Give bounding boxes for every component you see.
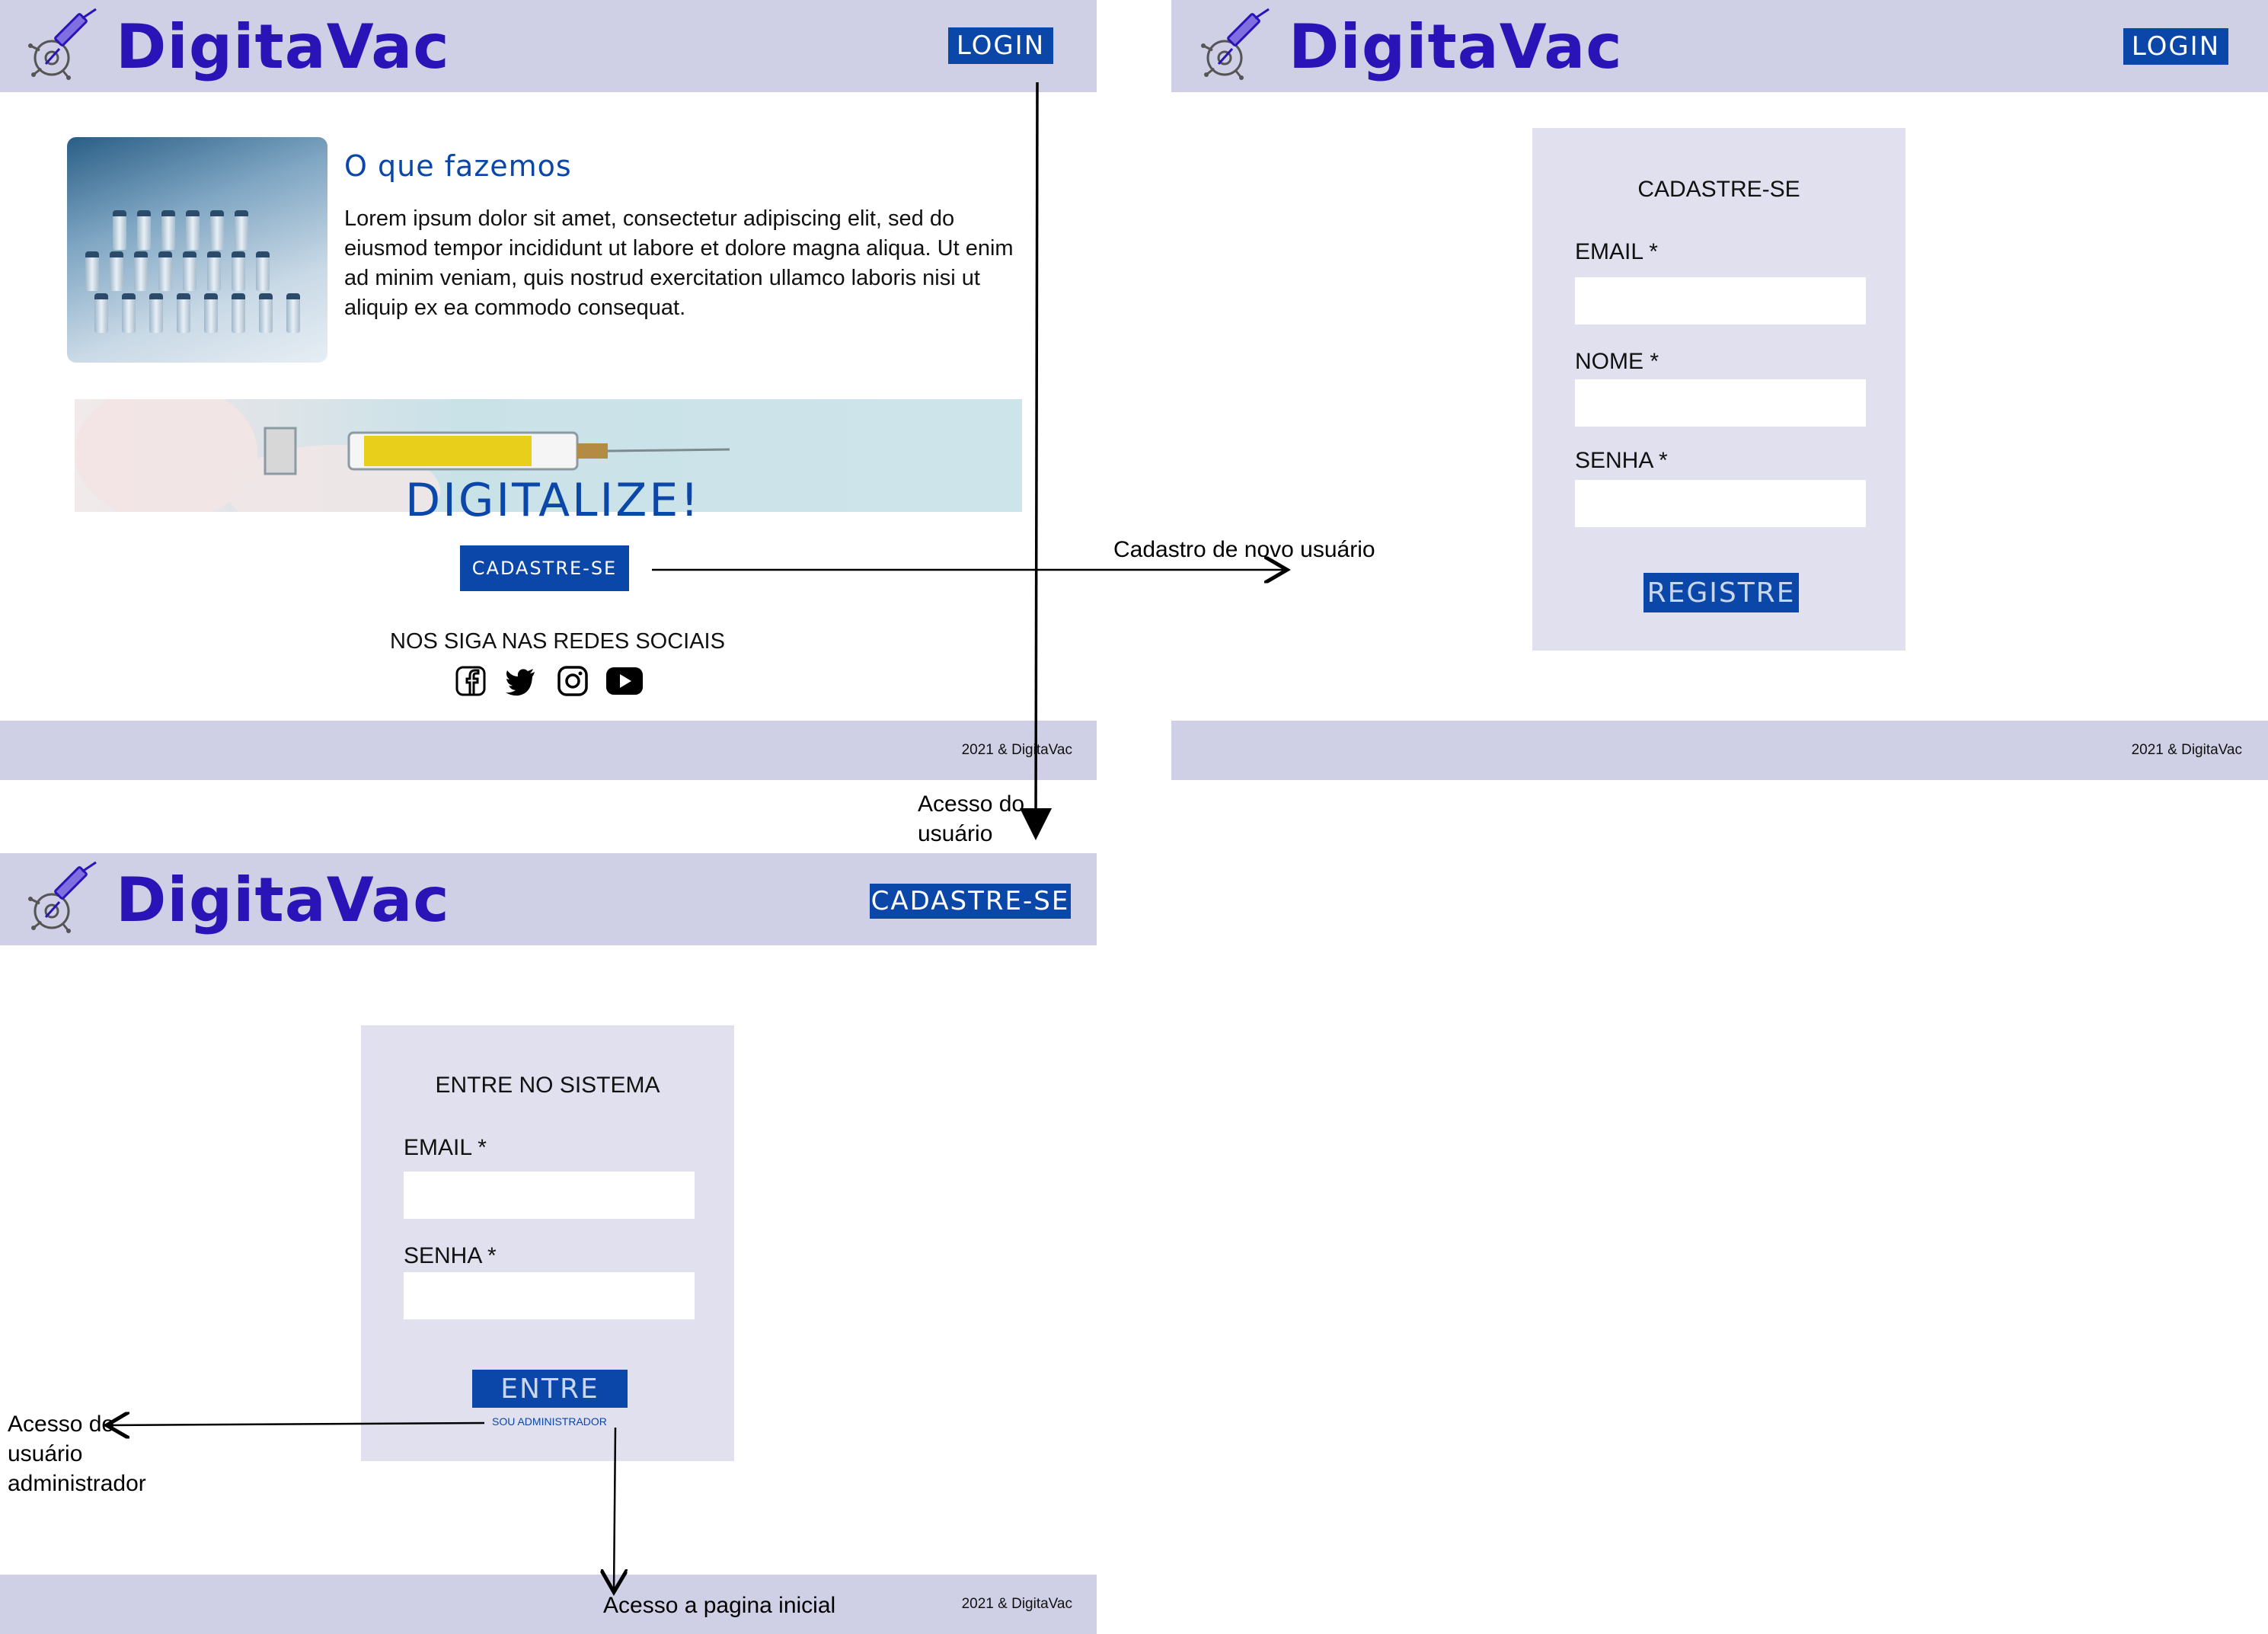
arrow-home-access bbox=[614, 1427, 615, 1592]
flow-connectors bbox=[0, 82, 2268, 1634]
annotation-new-user: Cadastro de novo usuário bbox=[1113, 537, 1375, 562]
annotation-admin-access: Acesso do usuário administrador bbox=[8, 1412, 146, 1496]
arrow-login-to-login-screen bbox=[1020, 82, 1053, 840]
annotation-home-access: Acesso a pagina inicial bbox=[603, 1593, 836, 1618]
annotation-user-access: Acesso do usuário bbox=[918, 791, 1025, 846]
arrow-admin-access bbox=[107, 1423, 485, 1425]
